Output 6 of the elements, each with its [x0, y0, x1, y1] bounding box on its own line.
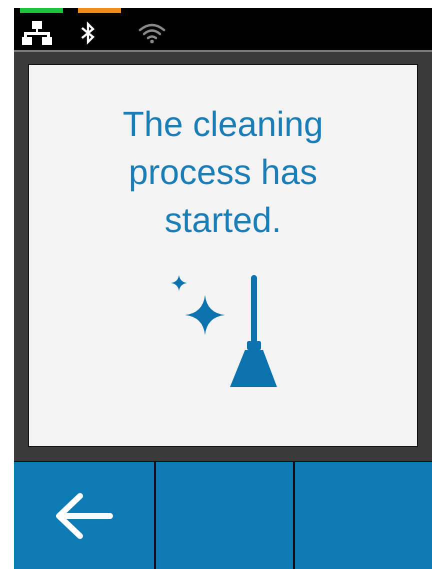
- back-button[interactable]: [14, 462, 154, 569]
- network-icon: [22, 21, 52, 45]
- blank-button[interactable]: [295, 462, 432, 569]
- wifi-icon: [138, 22, 166, 44]
- bluetooth-icon: [80, 21, 96, 45]
- message-text: The cleaning process has started.: [122, 104, 324, 242]
